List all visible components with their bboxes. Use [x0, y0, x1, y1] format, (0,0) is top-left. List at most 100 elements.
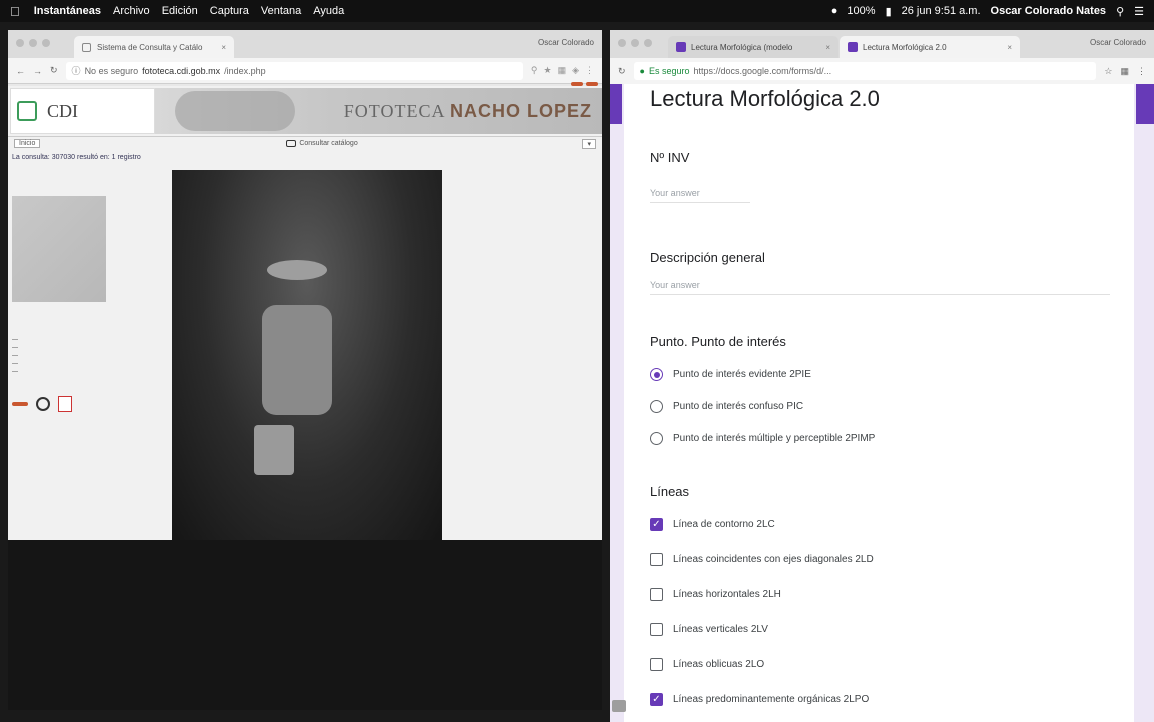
tab-close-icon[interactable]: × [1007, 43, 1012, 52]
checkbox-checked-icon[interactable]: ✓ [650, 693, 663, 706]
feedback-icon[interactable] [612, 700, 626, 712]
menu-item-ayuda[interactable]: Ayuda [313, 5, 344, 17]
checkbox-empty-icon[interactable] [650, 658, 663, 671]
menu-icon[interactable]: ⋮ [1137, 66, 1146, 77]
checkbox-option-2lh[interactable]: Líneas horizontales 2LH [650, 588, 781, 601]
menubar-datetime[interactable]: 26 jun 9:51 a.m. [902, 5, 981, 17]
tab2-title: Lectura Morfológica 2.0 [863, 42, 947, 52]
checkbox-option-2ld[interactable]: Líneas coincidentes con ejes diagonales … [650, 553, 874, 566]
checkbox-empty-icon[interactable] [650, 623, 663, 636]
wifi-icon[interactable]: ● [831, 5, 838, 17]
url-path: /index.php [224, 65, 266, 76]
reload-icon[interactable]: ↻ [50, 65, 58, 76]
site-nav-select[interactable]: Inicio [14, 139, 41, 148]
left-profile-name[interactable]: Oscar Colorado [538, 38, 594, 47]
screen:  Instantáneas Archivo Edición Captura V… [0, 0, 1154, 722]
spotlight-search-icon[interactable]: ⚲ [1116, 5, 1124, 18]
menu-item-edicion[interactable]: Edición [162, 5, 198, 17]
radio-option-pic[interactable]: Punto de interés confuso PIC [650, 400, 803, 413]
reload-icon[interactable]: ↻ [618, 66, 626, 77]
header-button-2[interactable] [586, 82, 598, 86]
left-tab-active[interactable]: Sistema de Consulta y Catálo × [74, 36, 234, 58]
fototeca-banner: FOTOTECA NACHO LOPEZ [155, 82, 602, 134]
radio-option-2pimp[interactable]: Punto de interés múltiple y perceptible … [650, 432, 875, 445]
left-toolbar: ← → ↻ ⓘ No es seguro fototeca.cdi.gob.mx… [8, 58, 602, 84]
battery-icon[interactable]: ▮ [886, 5, 892, 18]
close-window-button-right[interactable] [618, 39, 626, 47]
checkbox-empty-icon[interactable] [650, 553, 663, 566]
right-browser-window: Lectura Morfológica (modelo × Lectura Mo… [610, 30, 1154, 722]
bookmark-star-icon[interactable]: ★ [543, 65, 551, 76]
back-icon[interactable]: ← [16, 66, 25, 76]
checkbox-option-2lc[interactable]: ✓ Línea de contorno 2LC [650, 518, 775, 531]
right-tabbar: Lectura Morfológica (modelo × Lectura Mo… [610, 30, 1154, 58]
checkbox-label: Líneas horizontales 2LH [673, 589, 781, 600]
checkbox-option-2lpo[interactable]: ✓ Líneas predominantemente orgánicas 2LP… [650, 693, 869, 706]
radio-empty-icon[interactable] [650, 432, 663, 445]
apple-icon[interactable]:  [10, 4, 20, 19]
zoom-window-button[interactable] [42, 39, 50, 47]
catalog-label: Consultar catálogo [299, 140, 358, 147]
notification-center-icon[interactable]: ☰ [1134, 5, 1144, 18]
search-icon[interactable]: ⚲ [531, 65, 538, 76]
right-profile-name[interactable]: Oscar Colorado [1090, 38, 1146, 47]
url-domain: fototeca.cdi.gob.mx [142, 65, 221, 76]
pdf-icon[interactable] [58, 396, 72, 412]
shield-icon[interactable]: ◈ [572, 65, 579, 76]
site-toolbar: Inicio Consultar catálogo ▾ [8, 136, 602, 150]
menu-app-name[interactable]: Instantáneas [34, 5, 101, 17]
question-punto-title: Punto. Punto de interés [650, 334, 786, 349]
bookmark-star-icon[interactable]: ☆ [1104, 66, 1112, 77]
extension-icon[interactable]: ▦ [1120, 66, 1129, 77]
security-status-right: Es seguro [648, 66, 690, 76]
ficha-button[interactable] [12, 402, 28, 406]
lock-icon[interactable]: ● [640, 66, 645, 76]
menu-item-captura[interactable]: Captura [210, 5, 249, 17]
radio-label: Punto de interés múltiple y perceptible … [673, 433, 876, 444]
zoom-window-button-right[interactable] [644, 39, 652, 47]
catalog-link[interactable]: Consultar catálogo [286, 140, 358, 147]
descripcion-answer-input[interactable]: Your answer [650, 280, 1110, 295]
inv-answer-input[interactable]: Your answer [650, 188, 750, 203]
banner-brand: FOTOTECA NACHO LOPEZ [344, 101, 592, 122]
tab-lectura-2-0[interactable]: Lectura Morfológica 2.0 × [840, 36, 1020, 58]
menu-icon[interactable]: ⋮ [585, 65, 594, 76]
left-address-bar[interactable]: ⓘ No es seguro fototeca.cdi.gob.mx /inde… [65, 61, 523, 80]
radio-empty-icon[interactable] [650, 400, 663, 413]
info-icon[interactable]: ⓘ [72, 64, 81, 77]
minimize-window-button[interactable] [29, 39, 37, 47]
checkbox-label: Líneas verticales 2LV [673, 624, 768, 635]
large-photo-preview[interactable] [172, 170, 442, 540]
forward-icon[interactable]: → [33, 66, 42, 76]
radio-option-2pie[interactable]: Punto de interés evidente 2PIE [650, 368, 811, 381]
checkbox-option-2lo[interactable]: Líneas oblicuas 2LO [650, 658, 764, 671]
tab1-title: Lectura Morfológica (modelo [691, 42, 793, 52]
extension-icon[interactable]: ▦ [558, 65, 567, 76]
checkbox-option-2lv[interactable]: Líneas verticales 2LV [650, 623, 768, 636]
menubar-user[interactable]: Oscar Colorado Nates [991, 5, 1107, 17]
form-title: Lectura Morfológica 2.0 [650, 86, 880, 111]
header-button-1[interactable] [571, 82, 583, 86]
menu-item-archivo[interactable]: Archivo [113, 5, 150, 17]
checkbox-label: Líneas oblicuas 2LO [673, 659, 765, 670]
close-window-button[interactable] [16, 39, 24, 47]
right-address-bar[interactable]: ● Es seguro https://docs.google.com/form… [633, 62, 1097, 80]
record-actions [12, 396, 72, 412]
photo-thumbnail[interactable] [12, 196, 106, 302]
cart-icon[interactable] [36, 397, 50, 411]
security-status: No es seguro [84, 65, 139, 76]
checkbox-checked-icon[interactable]: ✓ [650, 518, 663, 531]
tab-close-icon[interactable]: × [221, 43, 226, 52]
radio-selected-icon[interactable] [650, 368, 663, 381]
cdi-logo[interactable]: CDI [10, 88, 155, 134]
cdi-logo-text: CDI [47, 100, 78, 121]
inventory-number-field[interactable]: ▾ [582, 138, 596, 149]
left-tab-title: Sistema de Consulta y Catálo [97, 42, 203, 52]
tab-close-icon[interactable]: × [825, 43, 830, 52]
menu-item-ventana[interactable]: Ventana [261, 5, 301, 17]
left-tabbar: Sistema de Consulta y Catálo × Oscar Col… [8, 30, 602, 58]
checkbox-empty-icon[interactable] [650, 588, 663, 601]
minimize-window-button-right[interactable] [631, 39, 639, 47]
battery-percent: 100% [847, 5, 876, 17]
tab-lectura-modelo[interactable]: Lectura Morfológica (modelo × [668, 36, 838, 58]
